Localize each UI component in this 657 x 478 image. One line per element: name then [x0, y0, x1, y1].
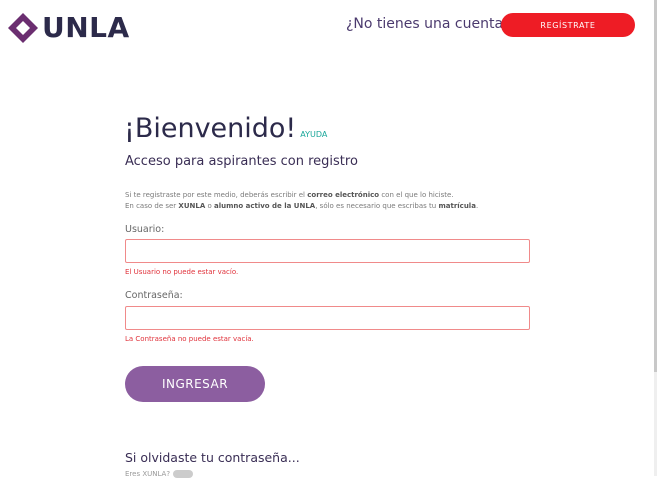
info-text-part: con el que lo hiciste. — [379, 191, 454, 199]
password-input[interactable] — [125, 306, 530, 330]
user-error-message: El Usuario no puede estar vacío. — [125, 268, 239, 276]
page-subtitle: Acceso para aspirantes con registro — [125, 154, 358, 169]
no-account-text: ¿No tienes una cuenta? — [346, 16, 511, 32]
info-line-2: En caso de ser XUNLA o alumno activo de … — [125, 201, 478, 212]
welcome-heading: ¡Bienvenido! AYUDA — [124, 113, 327, 144]
xunla-toggle[interactable] — [173, 470, 194, 478]
help-link[interactable]: AYUDA — [300, 130, 327, 139]
info-text-part: En caso de ser — [125, 202, 179, 210]
password-label: Contraseña: — [125, 290, 183, 301]
info-text-part: , sólo es necesario que escribas tu — [315, 202, 439, 210]
password-error-message: La Contraseña no puede estar vacía. — [125, 335, 254, 343]
unla-logo[interactable]: UNLA — [7, 11, 130, 44]
user-label: Usuario: — [125, 224, 165, 235]
login-button[interactable]: INGRESAR — [125, 366, 265, 402]
xunla-switch-label: Eres XUNLA? — [125, 470, 171, 478]
info-text: Si te registraste por este medio, deberá… — [125, 190, 478, 212]
diamond-logo-icon — [8, 12, 38, 43]
register-button[interactable]: REGÍSTRATE — [501, 13, 635, 37]
info-text-part: o — [205, 202, 214, 210]
xunla-switch-row: Eres XUNLA? — [125, 470, 194, 478]
logo-text: UNLA — [42, 11, 130, 44]
user-input[interactable] — [125, 239, 530, 263]
forgot-password-heading: Si olvidaste tu contraseña... — [125, 450, 300, 465]
info-line-1: Si te registraste por este medio, deberá… — [125, 190, 478, 201]
info-text-part: Si te registraste por este medio, deberá… — [125, 191, 308, 199]
page-title: ¡Bienvenido! — [124, 113, 297, 144]
info-bold-part: correo electrónico — [307, 191, 380, 199]
info-text-part: . — [475, 202, 479, 210]
info-bold-part: matrícula — [438, 202, 476, 210]
info-bold-part: alumno activo de la UNLA — [213, 202, 316, 210]
info-bold-part: XUNLA — [178, 202, 206, 210]
